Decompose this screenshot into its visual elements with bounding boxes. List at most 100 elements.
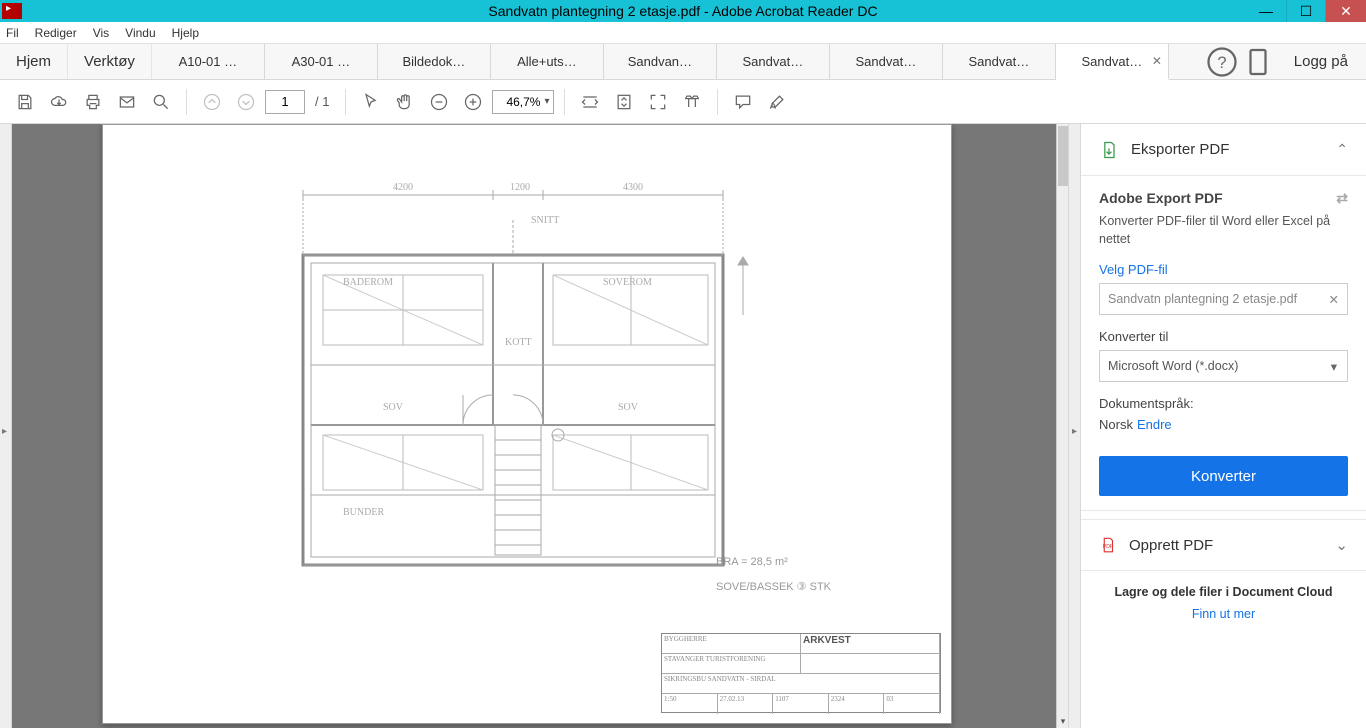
search-icon[interactable] [146,87,176,117]
tab-verktoy[interactable]: Verktøy [68,44,152,79]
tools-panel: Eksporter PDF ⌃ Adobe Export PDF ⇄ Konver… [1080,124,1366,728]
help-button[interactable]: ? [1204,44,1240,80]
zoom-dropdown[interactable]: 46,7% [492,90,554,114]
export-body: Adobe Export PDF ⇄ Konverter PDF-filer ti… [1081,176,1366,511]
clear-file-icon[interactable]: ✕ [1329,292,1339,307]
format-value: Microsoft Word (*.docx) [1108,359,1238,373]
cloud-text: Lagre og dele filer i Document Cloud [1099,585,1348,599]
doc-lang-label: Dokumentspråk: [1099,396,1348,411]
window-title: Sandvatn plantegning 2 etasje.pdf - Adob… [488,3,877,19]
expand-right-icon: ▸ [1072,426,1077,437]
scroll-thumb[interactable] [1058,126,1068,186]
window-controls: — ☐ ✕ [1246,0,1366,22]
doc-tab[interactable]: Bildedok… [378,44,491,79]
menu-vis[interactable]: Vis [93,26,109,40]
login-button[interactable]: Logg på [1276,53,1366,70]
page-down-icon[interactable] [231,87,261,117]
pointer-icon[interactable] [356,87,386,117]
doc-tab[interactable]: Alle+uts… [491,44,604,79]
print-icon[interactable] [78,87,108,117]
vertical-scrollbar[interactable]: ▴ ▾ [1056,124,1068,728]
page-number-input[interactable] [265,90,305,114]
mail-icon[interactable] [112,87,142,117]
export-pdf-header[interactable]: Eksporter PDF ⌃ [1081,124,1366,176]
svg-text:SOV: SOV [618,402,639,413]
close-button[interactable]: ✕ [1326,0,1366,22]
main-area: ▸ [0,124,1366,728]
export-title-label: Eksporter PDF [1131,141,1229,158]
page-up-icon[interactable] [197,87,227,117]
menu-bar: Fil Rediger Vis Vindu Hjelp [0,22,1366,44]
svg-text:?: ? [1217,54,1226,72]
cloud-promo: Lagre og dele filer i Document Cloud Fin… [1081,571,1366,635]
format-dropdown[interactable]: Microsoft Word (*.docx) [1099,350,1348,382]
convert-button[interactable]: Konverter [1099,456,1348,496]
fit-page-icon[interactable] [609,87,639,117]
doc-tab[interactable]: Sandvat… [717,44,830,79]
export-header-label: Adobe Export PDF [1099,190,1223,207]
fit-width-icon[interactable] [575,87,605,117]
menu-fil[interactable]: Fil [6,26,19,40]
selected-filename: Sandvatn plantegning 2 etasje.pdf [1108,292,1297,306]
hand-icon[interactable] [390,87,420,117]
selected-file-box[interactable]: Sandvatn plantegning 2 etasje.pdf ✕ [1099,283,1348,315]
change-language-link[interactable]: Endre [1137,417,1172,432]
device-button[interactable] [1240,44,1276,80]
svg-text:KOTT: KOTT [505,337,532,348]
menu-hjelp[interactable]: Hjelp [172,26,199,40]
tab-hjem[interactable]: Hjem [0,44,68,79]
doc-tab[interactable]: Sandvan… [604,44,717,79]
page-total: 1 [322,94,329,109]
menu-vindu[interactable]: Vindu [125,26,155,40]
create-pdf-header[interactable]: PDF Opprett PDF ⌄ [1081,519,1366,571]
save-icon[interactable] [10,87,40,117]
left-gutter[interactable]: ▸ [0,124,12,728]
svg-text:SOV: SOV [383,402,404,413]
comment-icon[interactable] [728,87,758,117]
page-total-label: / 1 [315,94,329,109]
zoom-out-icon[interactable] [424,87,454,117]
svg-text:1200: 1200 [510,182,530,193]
doc-tab[interactable]: Sandvat… [943,44,1056,79]
export-icon [1099,140,1119,160]
maximize-button[interactable]: ☐ [1286,0,1326,22]
chevron-down-icon: ⌄ [1335,536,1348,554]
svg-text:BUNDER: BUNDER [343,507,384,518]
cloud-more-link[interactable]: Finn ut mer [1099,607,1348,621]
title-bar: Sandvatn plantegning 2 etasje.pdf - Adob… [0,0,1366,22]
chevron-up-icon: ⌃ [1336,141,1348,158]
doc-tab[interactable]: A10-01 … [152,44,265,79]
document-viewer[interactable]: 4200 1200 4300 SNITT KOTT SOV [12,124,1068,728]
pdf-page: 4200 1200 4300 SNITT KOTT SOV [102,124,952,724]
svg-text:4300: 4300 [623,182,643,193]
convert-to-label: Konverter til [1099,329,1348,344]
menu-rediger[interactable]: Rediger [35,26,77,40]
sign-icon[interactable] [762,87,792,117]
cloud-icon[interactable] [44,87,74,117]
app-icon [2,3,22,19]
doc-tab[interactable]: Sandvat… [830,44,943,79]
drawing-note: BRA = 28,5 m² SOVE/BASSEK ③ STK [716,556,831,593]
zoom-value: 46,7% [506,95,540,109]
doc-tab-active[interactable]: Sandvat… ✕ [1056,44,1169,80]
select-file-link[interactable]: Velg PDF-fil [1099,262,1348,277]
doc-tab-label: Sandvat… [1082,54,1143,69]
read-mode-icon[interactable] [677,87,707,117]
toolbar: / 1 46,7% [0,80,1366,124]
minimize-button[interactable]: — [1246,0,1286,22]
svg-text:BADEROM: BADEROM [343,277,393,288]
doc-tab[interactable]: A30-01 … [265,44,378,79]
fullscreen-icon[interactable] [643,87,673,117]
doc-language: NorskEndre [1099,417,1348,432]
title-block: BYGGHERREARKVEST STAVANGER TURISTFORENIN… [661,633,941,713]
svg-text:SNITT: SNITT [531,215,559,226]
right-gutter[interactable]: ▸ [1068,124,1080,728]
create-pdf-label: Opprett PDF [1129,537,1213,554]
export-subtext: Konverter PDF-filer til Word eller Excel… [1099,213,1348,248]
zoom-in-icon[interactable] [458,87,488,117]
svg-text:SOVEROM: SOVEROM [603,277,652,288]
scroll-down-icon[interactable]: ▾ [1057,716,1068,728]
svg-text:PDF: PDF [1103,544,1114,550]
swap-icon[interactable]: ⇄ [1336,190,1348,207]
close-tab-icon[interactable]: ✕ [1152,54,1162,68]
